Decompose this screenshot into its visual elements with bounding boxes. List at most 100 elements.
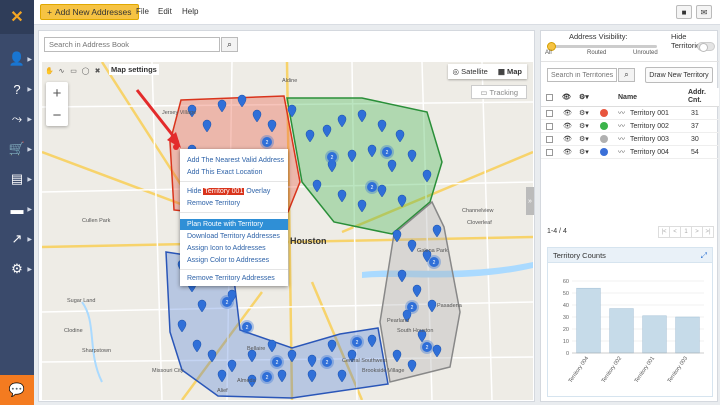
territory-color-dot[interactable] xyxy=(600,122,608,130)
map-settings-button[interactable]: Map settings xyxy=(109,64,159,75)
collapse-panel-handle[interactable]: » xyxy=(526,187,534,215)
current-page[interactable]: 1 xyxy=(681,227,692,237)
address-cluster[interactable]: 2 xyxy=(320,355,334,369)
menu-help[interactable]: Help xyxy=(182,7,198,16)
address-cluster[interactable]: 2 xyxy=(240,320,254,334)
hand-tool-icon[interactable]: ✋ xyxy=(45,66,54,75)
video-icon[interactable]: ■ xyxy=(676,5,692,19)
expand-icon[interactable]: ⤢ xyxy=(701,251,707,261)
zoom-in-button[interactable]: + xyxy=(46,82,68,104)
add-new-addresses-button[interactable]: + Add New Addresses xyxy=(40,4,139,20)
ctx-remove-territory-addresses[interactable]: Remove Territory Addresses xyxy=(180,273,288,284)
circle-tool-icon[interactable]: ◯ xyxy=(81,66,90,75)
territory-color-dot[interactable] xyxy=(600,109,608,117)
close-tool-icon[interactable]: ✖ xyxy=(93,66,102,75)
address-cluster[interactable]: 2 xyxy=(260,370,274,384)
address-cluster[interactable]: 2 xyxy=(350,335,364,349)
select-all-checkbox[interactable] xyxy=(546,93,553,101)
menu-file[interactable]: File xyxy=(136,7,149,16)
cart-icon[interactable]: 🛒 ▶ xyxy=(0,134,34,164)
map-canvas[interactable]: 22222222222222 Jersey VillageCullen Park… xyxy=(42,62,533,400)
eye-icon[interactable]: 👁 xyxy=(563,107,572,119)
row-checkbox[interactable] xyxy=(546,148,553,156)
bar[interactable] xyxy=(675,316,700,354)
prev-page-button[interactable]: < xyxy=(670,227,681,237)
address-cluster[interactable]: 2 xyxy=(405,300,419,314)
ctx-hide-overlay[interactable]: Hide Territory 001 Overlay xyxy=(180,186,288,197)
eye-icon[interactable]: 👁 xyxy=(563,120,572,132)
address-book-search-input[interactable] xyxy=(44,37,220,52)
territory-search-input[interactable] xyxy=(547,68,617,82)
gear-icon[interactable]: ⚙▾ xyxy=(579,146,589,158)
next-page-button[interactable]: > xyxy=(692,227,703,237)
bar[interactable] xyxy=(642,315,667,354)
user-settings-icon[interactable]: ⚙ ▶ xyxy=(0,254,34,284)
map-option[interactable]: ▦ Map xyxy=(493,64,527,79)
table-row[interactable]: 👁 ⚙▾ 〰 Territory 003 30 xyxy=(541,133,719,146)
eye-icon[interactable]: 👁 xyxy=(563,133,572,145)
satellite-option[interactable]: ◎ Satellite xyxy=(448,64,493,79)
ctx-download-territory-addresses[interactable]: Download Territory Addresses xyxy=(180,231,288,242)
territory-context-menu: Add The Nearest Valid Address Add This E… xyxy=(180,149,288,286)
ctx-remove-territory[interactable]: Remove Territory xyxy=(180,198,288,209)
territory-color-dot[interactable] xyxy=(600,148,608,156)
address-cluster[interactable]: 2 xyxy=(365,180,379,194)
address-cluster[interactable]: 2 xyxy=(380,145,394,159)
add-new-addresses-label: Add New Addresses xyxy=(54,7,132,17)
row-checkbox[interactable] xyxy=(546,135,553,143)
rectangle-tool-icon[interactable]: ▭ xyxy=(69,66,78,75)
territory-name[interactable]: Territory 004 xyxy=(630,146,669,158)
addressbook-icon[interactable]: ▤ ▶ xyxy=(0,164,34,194)
address-cluster[interactable]: 2 xyxy=(260,135,274,149)
ctx-add-exact-location[interactable]: Add This Exact Location xyxy=(180,167,288,178)
territory-color-dot[interactable] xyxy=(600,135,608,143)
zoom-out-button[interactable]: − xyxy=(46,104,68,126)
address-cluster[interactable]: 2 xyxy=(325,150,339,164)
table-row[interactable]: 👁 ⚙▾ 〰 Territory 002 37 xyxy=(541,120,719,133)
tracking-button[interactable]: ▭ Tracking xyxy=(471,85,527,99)
ctx-plan-route-with-territory[interactable]: Plan Route with Territory xyxy=(180,219,288,230)
chat-icon[interactable]: 💬 xyxy=(0,375,34,405)
ctx-add-nearest-valid-address[interactable]: Add The Nearest Valid Address xyxy=(180,155,288,166)
last-page-button[interactable]: >| xyxy=(703,227,713,237)
add-user-icon[interactable]: 👤 ▶ xyxy=(0,44,34,74)
table-row[interactable]: 👁 ⚙▾ 〰 Territory 004 54 xyxy=(541,146,719,159)
territory-name[interactable]: Territory 001 xyxy=(630,107,669,119)
lasso-tool-icon[interactable]: ∿ xyxy=(57,66,66,75)
territory-name[interactable]: Territory 003 xyxy=(630,133,669,145)
draw-new-territory-button[interactable]: Draw New Territory xyxy=(645,67,713,83)
route4me-logo[interactable]: ✕ xyxy=(0,0,34,34)
name-header[interactable]: Name xyxy=(618,88,637,106)
ctx-assign-color[interactable]: Assign Color to Addresses xyxy=(180,255,288,266)
gear-icon[interactable]: ⚙▾ xyxy=(579,107,589,119)
help-icon[interactable]: ? ▶ xyxy=(0,74,34,104)
address-cluster[interactable]: 2 xyxy=(270,355,284,369)
addr-count-header[interactable]: Addr. Cnt. xyxy=(688,88,718,106)
address-cluster[interactable]: 2 xyxy=(420,340,434,354)
table-row[interactable]: 👁 ⚙▾ 〰 Territory 001 31 xyxy=(541,107,719,120)
territory-name[interactable]: Territory 002 xyxy=(630,120,669,132)
address-cluster[interactable]: 2 xyxy=(220,295,234,309)
bar[interactable] xyxy=(609,308,634,354)
gear-icon[interactable]: ⚙▾ xyxy=(579,88,589,106)
message-icon[interactable]: ✉ xyxy=(696,5,712,19)
gear-icon[interactable]: ⚙▾ xyxy=(579,133,589,145)
bar[interactable] xyxy=(576,287,601,354)
hide-territories-toggle[interactable] xyxy=(697,42,715,52)
search-icon[interactable]: ⌕ xyxy=(618,68,635,82)
address-visibility-slider[interactable] xyxy=(547,42,657,51)
eye-icon[interactable]: 👁 xyxy=(562,88,571,106)
gear-icon[interactable]: ⚙▾ xyxy=(579,120,589,132)
row-checkbox[interactable] xyxy=(546,122,553,130)
routes-icon[interactable]: ⤳ ▶ xyxy=(0,104,34,134)
search-icon[interactable]: ⌕ xyxy=(221,37,238,52)
ctx-assign-icon[interactable]: Assign Icon to Addresses xyxy=(180,243,288,254)
row-checkbox[interactable] xyxy=(546,109,553,117)
first-page-button[interactable]: |< xyxy=(659,227,670,237)
address-cluster[interactable]: 2 xyxy=(427,255,441,269)
analytics-icon[interactable]: ↗ ▶ xyxy=(0,224,34,254)
menu-edit[interactable]: Edit xyxy=(158,7,172,16)
eye-icon[interactable]: 👁 xyxy=(563,146,572,158)
truck-icon[interactable]: ▬ ▶ xyxy=(0,194,34,224)
svg-text:2: 2 xyxy=(266,140,269,146)
